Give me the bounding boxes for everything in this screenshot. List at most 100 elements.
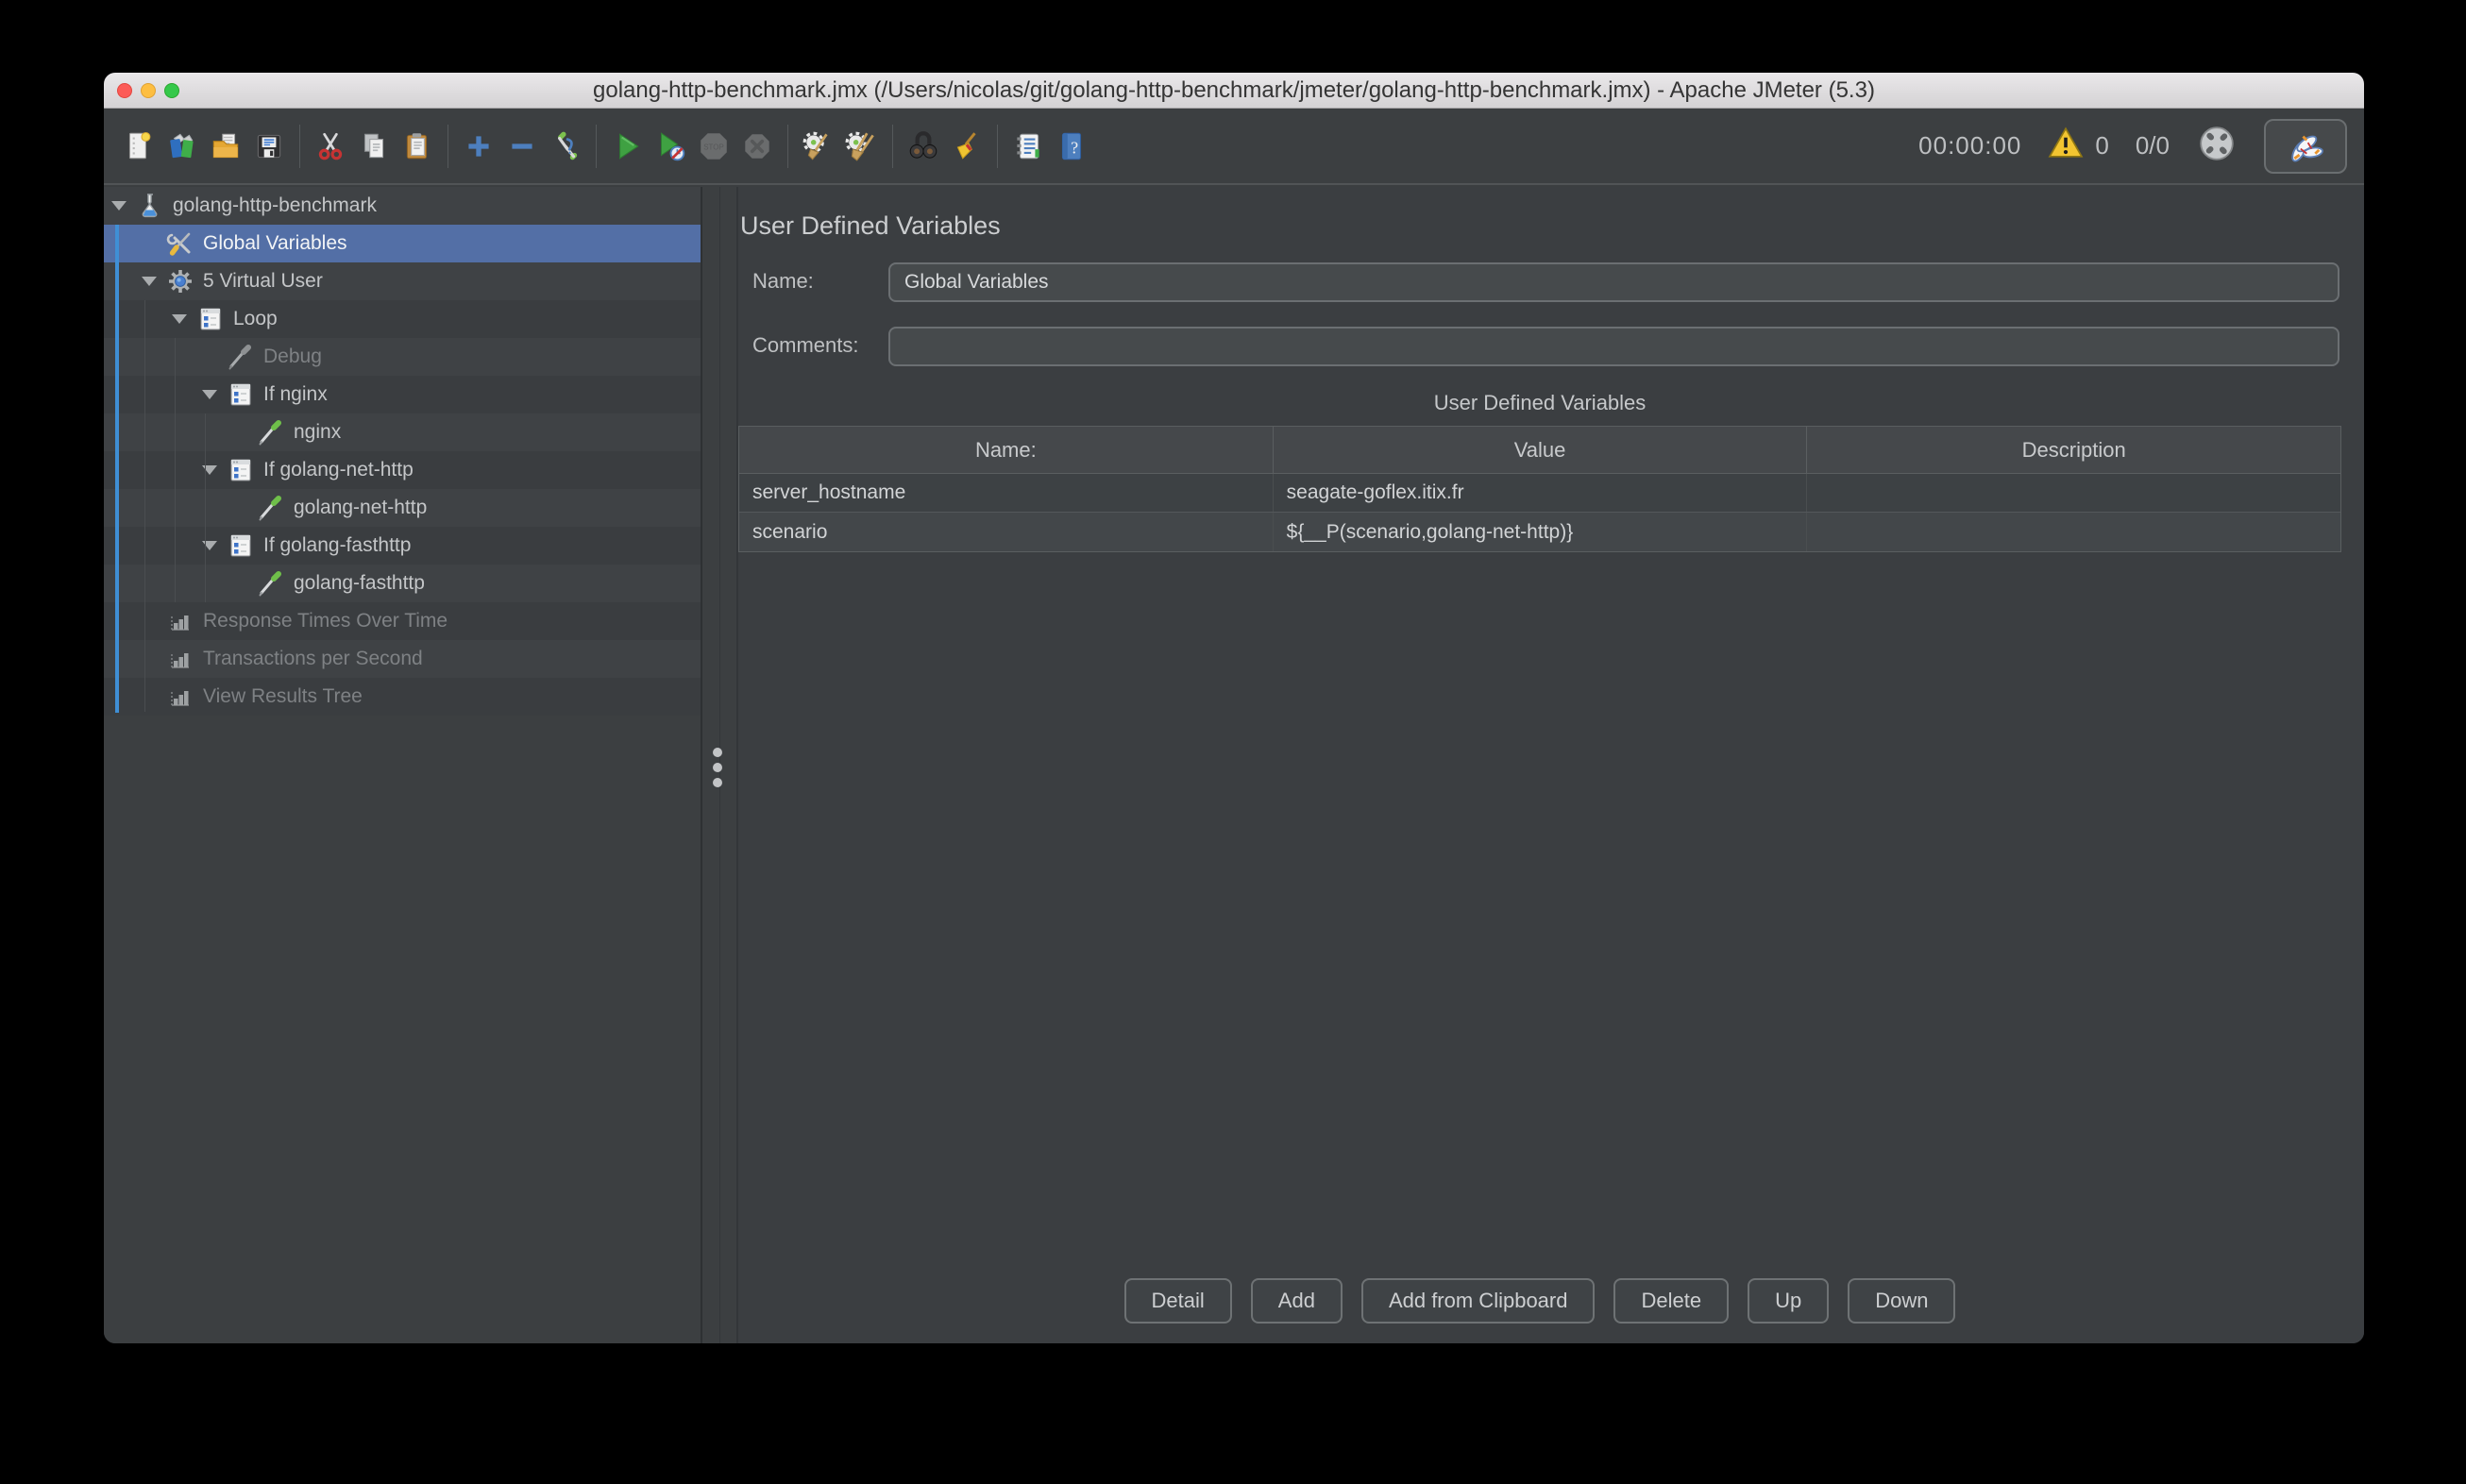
svg-text:?: ? (1071, 138, 1078, 157)
tree-item-label: Response Times Over Time (203, 610, 448, 632)
paste-icon[interactable] (396, 125, 439, 168)
sampler-green-icon (257, 569, 285, 598)
cell-name[interactable]: scenario (739, 513, 1274, 551)
comments-input[interactable] (888, 327, 2339, 366)
down-button[interactable]: Down (1848, 1278, 1955, 1324)
column-header-description[interactable]: Description (1807, 427, 2340, 473)
function-helper-icon[interactable] (1006, 125, 1050, 168)
tree-item-label: golang-http-benchmark (173, 194, 377, 217)
table-caption: User Defined Variables (738, 391, 2341, 415)
add-button[interactable]: Add (1251, 1278, 1343, 1324)
tree-indent-guide (144, 300, 145, 712)
titlebar[interactable]: golang-http-benchmark.jmx (/Users/nicola… (104, 73, 2364, 109)
plugins-manager-button[interactable] (2264, 119, 2347, 174)
tree-item-if-golang-fasthttp[interactable]: If golang-fasthttp (104, 527, 701, 565)
search-icon[interactable] (902, 125, 945, 168)
warning-icon[interactable] (2048, 126, 2084, 166)
chevron-down-icon[interactable] (172, 314, 196, 324)
comments-label: Comments: (752, 333, 858, 358)
tree-item-global-variables[interactable]: Global Variables (104, 225, 701, 262)
splitter-grip-icon[interactable] (713, 742, 722, 793)
test-plan-flask-icon (136, 192, 164, 220)
tree-item-label: If nginx (263, 383, 328, 406)
help-icon[interactable]: ? (1050, 125, 1093, 168)
thread-ratio: 0/0 (2136, 131, 2170, 160)
table-header-row: Name: Value Description (739, 427, 2340, 474)
save-icon[interactable] (247, 125, 291, 168)
column-header-value[interactable]: Value (1274, 427, 1808, 473)
svg-text:STOP: STOP (703, 143, 723, 151)
table-actions: Detail Add Add from Clipboard Delete Up … (738, 1278, 2341, 1324)
cell-value[interactable]: seagate-goflex.itix.fr (1274, 474, 1808, 512)
delete-button[interactable]: Delete (1613, 1278, 1729, 1324)
search-reset-icon[interactable] (945, 125, 988, 168)
start-no-timers-icon[interactable] (649, 125, 692, 168)
splitter-handle[interactable] (701, 187, 738, 1343)
tree-item-debug[interactable]: Debug (104, 338, 701, 376)
toolbar-separator (892, 125, 893, 168)
jmeter-window: golang-http-benchmark.jmx (/Users/nicola… (104, 73, 2364, 1343)
name-label: Name: (752, 269, 814, 294)
feathers-icon (2285, 126, 2326, 167)
tree-indent-guide (175, 338, 176, 602)
tree-item-label: Global Variables (203, 232, 347, 255)
detail-button[interactable]: Detail (1124, 1278, 1232, 1324)
new-file-icon[interactable] (117, 125, 160, 168)
toggle-state-icon[interactable] (544, 125, 587, 168)
chevron-down-icon[interactable] (111, 201, 136, 211)
templates-icon[interactable] (160, 125, 204, 168)
zoom-out-icon[interactable] (500, 125, 544, 168)
tree-item-transactions-per-second[interactable]: Transactions per Second (104, 640, 701, 678)
open-file-icon[interactable] (204, 125, 247, 168)
controller-window-icon (196, 305, 225, 333)
tree-item-label: golang-net-http (294, 497, 427, 519)
toolbar: STOP ? 00:00:00 0 (104, 109, 2364, 185)
wrench-screwdriver-icon (166, 229, 194, 258)
add-from-clipboard-button[interactable]: Add from Clipboard (1361, 1278, 1596, 1324)
tree-item-label: Loop (233, 308, 278, 330)
stop-icon[interactable]: STOP (692, 125, 735, 168)
clear-icon[interactable] (797, 125, 840, 168)
clear-all-icon[interactable] (840, 125, 884, 168)
listener-chart-icon (166, 683, 194, 711)
tree-item-view-results-tree[interactable]: View Results Tree (104, 678, 701, 716)
warning-count: 0 (2095, 131, 2108, 160)
cut-icon[interactable] (309, 125, 352, 168)
tree-item-thread-group[interactable]: 5 Virtual User (104, 262, 701, 300)
sampler-green-icon (257, 418, 285, 447)
cell-description[interactable] (1807, 513, 2340, 551)
name-input[interactable] (888, 262, 2339, 302)
tree-item-golang-net-http[interactable]: golang-net-http (104, 489, 701, 527)
tree-item-if-nginx[interactable]: If nginx (104, 376, 701, 413)
cell-value[interactable]: ${__P(scenario,golang-net-http)} (1274, 513, 1808, 551)
cell-name[interactable]: server_hostname (739, 474, 1274, 512)
chevron-down-icon[interactable] (142, 277, 166, 286)
tree-item-label: Transactions per Second (203, 648, 423, 670)
column-header-name[interactable]: Name: (739, 427, 1274, 473)
cell-description[interactable] (1807, 474, 2340, 512)
target-icon (2196, 123, 2238, 169)
shutdown-icon[interactable] (735, 125, 779, 168)
tree-item-nginx[interactable]: nginx (104, 413, 701, 451)
tree-item-response-times-over-time[interactable]: Response Times Over Time (104, 602, 701, 640)
table-row: server_hostname seagate-goflex.itix.fr (739, 474, 2340, 513)
tree-item-golang-fasthttp[interactable]: golang-fasthttp (104, 565, 701, 602)
chevron-down-icon[interactable] (202, 390, 227, 399)
controller-window-icon (227, 380, 255, 409)
tree-indent-guide (205, 413, 206, 602)
tree-item-label: golang-fasthttp (294, 572, 425, 595)
tree-item-loop[interactable]: Loop (104, 300, 701, 338)
tree-item-label: nginx (294, 421, 341, 444)
tree-item-if-golang-net-http[interactable]: If golang-net-http (104, 451, 701, 489)
thread-group-gear-icon (166, 267, 194, 295)
copy-icon[interactable] (352, 125, 396, 168)
zoom-in-icon[interactable] (457, 125, 500, 168)
start-icon[interactable] (605, 125, 649, 168)
tree-item-label: 5 Virtual User (203, 270, 323, 293)
listener-chart-icon (166, 607, 194, 635)
tree-item-test-plan[interactable]: golang-http-benchmark (104, 187, 701, 225)
tree-item-label: View Results Tree (203, 685, 363, 708)
elapsed-timer: 00:00:00 (1918, 131, 2021, 160)
page-title: User Defined Variables (740, 211, 1001, 241)
up-button[interactable]: Up (1748, 1278, 1829, 1324)
